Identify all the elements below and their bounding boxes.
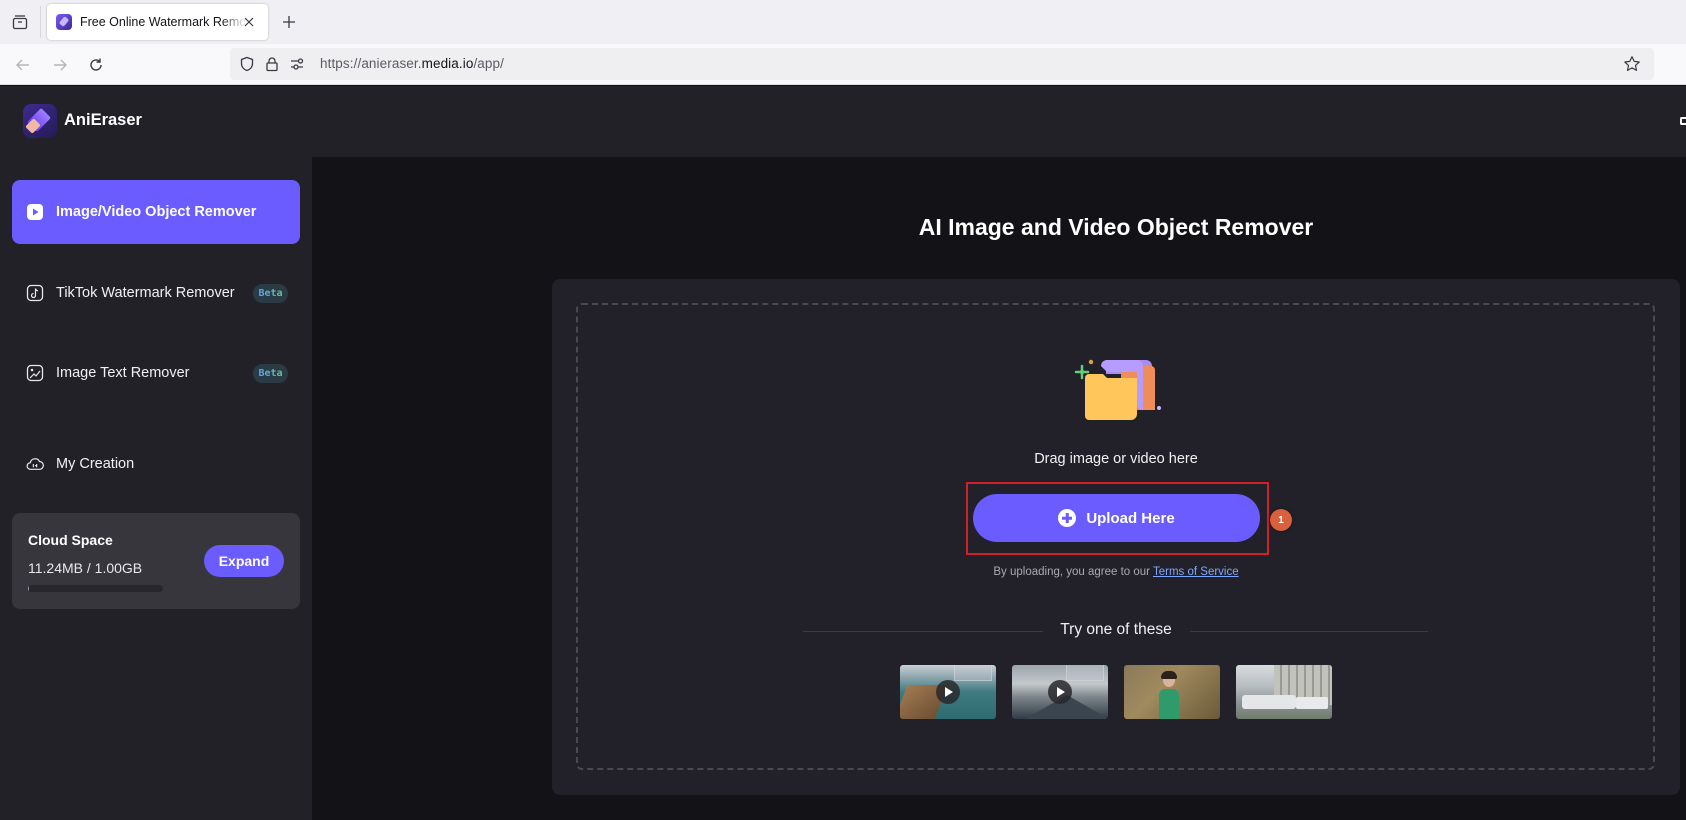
sidebar-item-image-text-remover[interactable]: Image Text Remover Beta	[12, 341, 300, 405]
address-bar[interactable]: https://anieraser.media.io/app/	[230, 48, 1654, 80]
cloud-space-title: Cloud Space	[28, 532, 113, 548]
browser-tab-bar: Free Online Watermark Remover	[0, 0, 1686, 44]
drag-hint: Drag image or video here	[1034, 451, 1198, 467]
reload-icon	[90, 58, 102, 71]
star-icon	[1624, 56, 1640, 71]
beta-badge: Beta	[253, 364, 288, 383]
watermark-overlay	[1066, 665, 1104, 681]
user-menu-icon[interactable]	[1680, 117, 1686, 125]
arrow-left-icon	[16, 59, 29, 71]
play-icon	[936, 680, 960, 704]
sidebar-item-my-creation[interactable]: My Creation	[12, 432, 300, 496]
sample-thumbnail-volcano-video[interactable]	[1012, 665, 1108, 719]
terms-of-service-link[interactable]: Terms of Service	[1153, 566, 1239, 578]
image-text-icon	[26, 364, 44, 382]
beta-badge: Beta	[253, 284, 288, 303]
brand-name[interactable]: AniEraser	[64, 111, 142, 130]
back-button[interactable]	[11, 53, 35, 77]
anieraser-favicon-icon	[56, 14, 72, 30]
sidebar-item-image-video-object-remover[interactable]: Image/Video Object Remover	[12, 180, 300, 244]
page-title: AI Image and Video Object Remover	[918, 214, 1314, 240]
watermark-overlay	[954, 665, 992, 681]
sidebar-item-label: TikTok Watermark Remover	[56, 285, 235, 301]
cloud-space-progress-fill	[28, 585, 30, 592]
sample-thumbnail-coast-video[interactable]	[900, 665, 996, 719]
cloud-space-card: Cloud Space 11.24MB / 1.00GB Expand	[12, 513, 300, 609]
play-square-icon	[26, 203, 44, 221]
url-text[interactable]: https://anieraser.media.io/app/	[320, 56, 504, 71]
sidebar-item-label: My Creation	[56, 456, 135, 472]
sidebar-item-tiktok-watermark-remover[interactable]: TikTok Watermark Remover Beta	[12, 261, 300, 325]
play-icon	[1048, 680, 1072, 704]
arrow-right-icon	[54, 59, 67, 71]
terms-prefix: By uploading, you agree to our	[993, 566, 1153, 578]
tab-divider	[40, 6, 41, 38]
bookmark-button[interactable]	[1622, 54, 1642, 74]
tiktok-icon	[26, 284, 44, 302]
url-suffix: /app/	[473, 56, 504, 71]
tab-list-icon	[12, 15, 28, 30]
sample-thumbnail-woman-portrait-image[interactable]	[1124, 665, 1220, 719]
reload-button[interactable]	[84, 53, 108, 77]
sample-thumbnail-city-bus-image[interactable]	[1236, 665, 1332, 719]
expand-button[interactable]: Expand	[204, 545, 284, 577]
anieraser-logo-icon[interactable]	[23, 104, 57, 138]
close-icon	[244, 17, 254, 27]
plus-icon	[283, 16, 295, 28]
browser-tab-active[interactable]: Free Online Watermark Remover	[47, 4, 268, 40]
tab-title: Free Online Watermark Remover	[80, 15, 246, 29]
tab-close-button[interactable]	[240, 13, 258, 31]
plus-circle-icon	[1058, 509, 1077, 527]
cloud-icon	[26, 455, 44, 473]
try-samples-label: Try one of these	[1060, 621, 1172, 638]
forward-button[interactable]	[48, 53, 72, 77]
site-permissions-icon[interactable]	[288, 55, 306, 73]
url-domain: media.io	[421, 56, 474, 71]
cloud-space-usage: 11.24MB / 1.00GB	[28, 560, 143, 576]
folder-upload-icon	[1074, 359, 1161, 420]
tracking-protection-icon[interactable]	[238, 55, 256, 73]
tab-list-button[interactable]	[9, 11, 31, 33]
sidebar: Image/Video Object Remover TikTok Waterm…	[0, 157, 312, 820]
sidebar-item-label: Image/Video Object Remover	[56, 204, 257, 220]
upload-button[interactable]: Upload Here	[973, 494, 1260, 542]
cloud-space-progress	[28, 585, 163, 592]
browser-nav-bar: https://anieraser.media.io/app/	[0, 44, 1686, 85]
sidebar-item-label: Image Text Remover	[56, 365, 190, 381]
lock-icon[interactable]	[263, 55, 281, 73]
terms-notice: By uploading, you agree to our Terms of …	[552, 566, 1680, 578]
app-header	[0, 86, 1686, 157]
step-badge: 1	[1270, 509, 1292, 531]
upload-button-label: Upload Here	[1086, 509, 1175, 527]
url-prefix: https://anieraser.	[320, 56, 422, 71]
new-tab-button[interactable]	[278, 11, 300, 33]
